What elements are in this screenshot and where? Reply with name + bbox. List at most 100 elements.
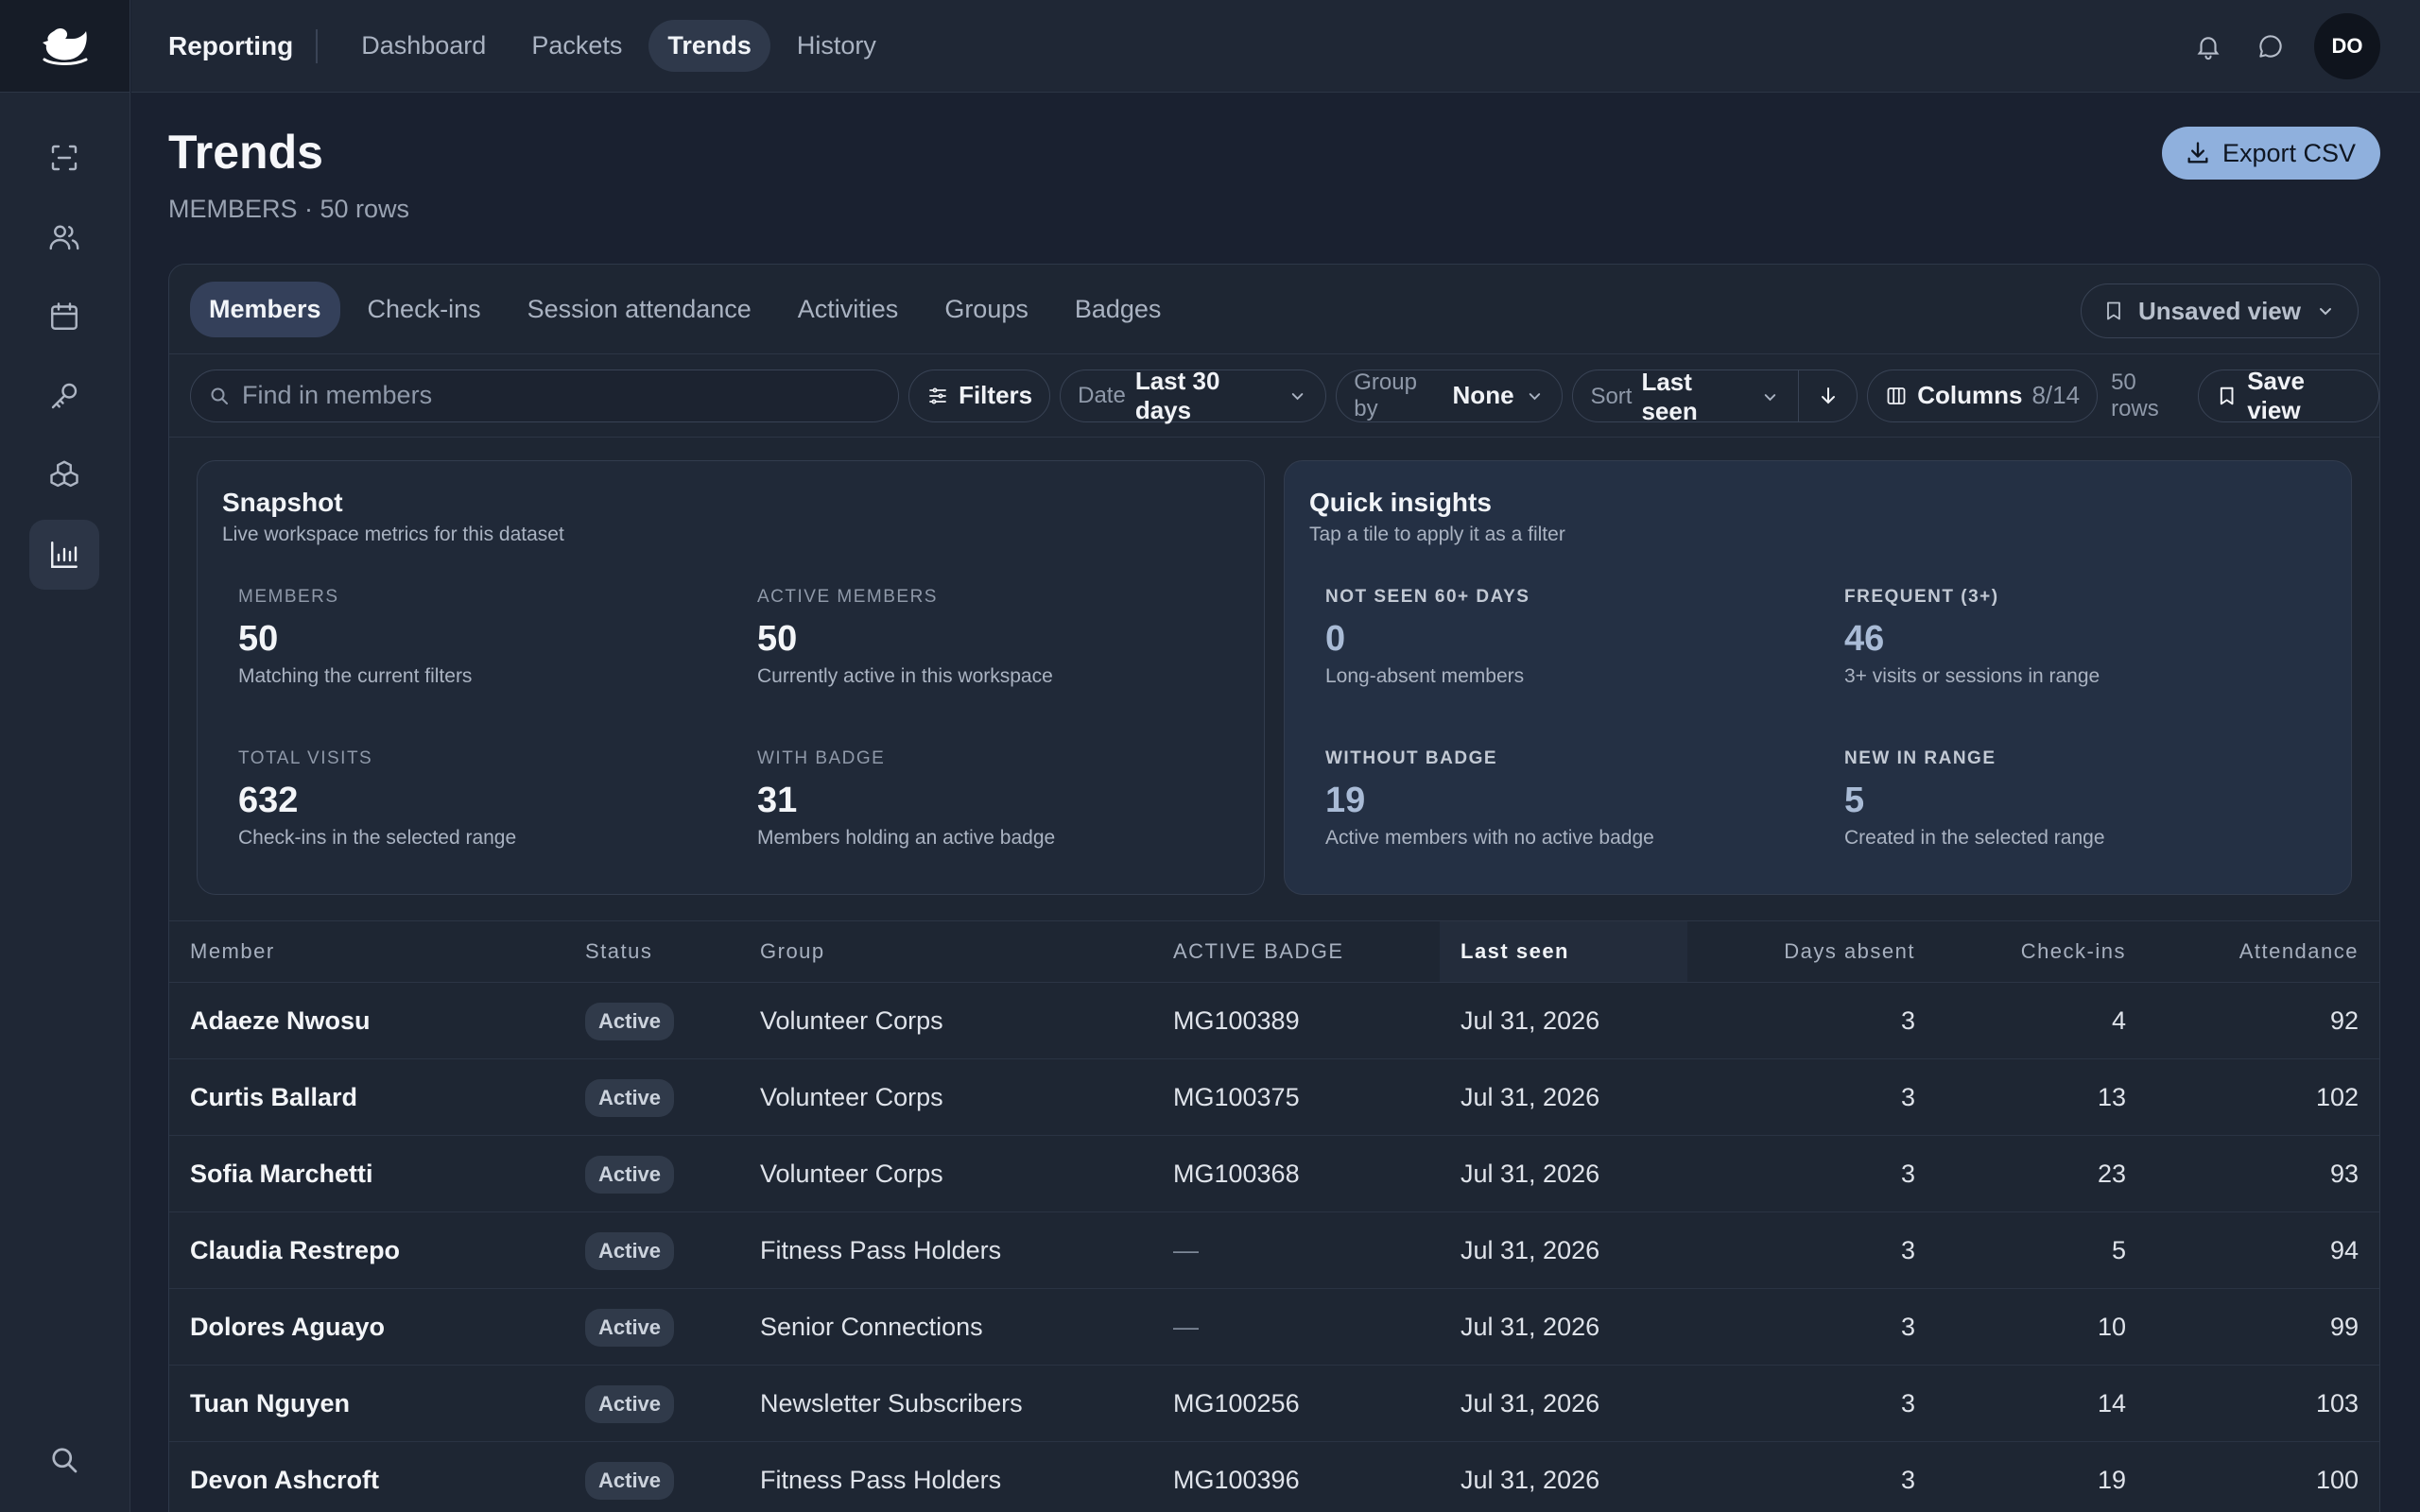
tab-check-ins[interactable]: Check-ins — [349, 282, 500, 337]
sidebar-item-reporting[interactable] — [29, 520, 99, 590]
snapshot-title: Snapshot — [222, 488, 343, 517]
metric-description: Active members with no active badge — [1325, 827, 1654, 849]
sidebar-item-keys[interactable] — [29, 361, 99, 431]
sidebar-item-calendar[interactable] — [29, 282, 99, 352]
table-row[interactable]: Claudia Restrepo Active Fitness Pass Hol… — [169, 1212, 2379, 1289]
member-name[interactable]: Sofia Marchetti — [190, 1136, 373, 1212]
sidebar-item-packages[interactable] — [29, 440, 99, 510]
nav-trends[interactable]: Trends — [648, 20, 770, 72]
tab-badges[interactable]: Badges — [1056, 282, 1181, 337]
nav-dashboard[interactable]: Dashboard — [342, 20, 505, 72]
table-row[interactable]: Tuan Nguyen Active Newsletter Subscriber… — [169, 1366, 2379, 1442]
attendance-cell: 103 — [2315, 1389, 2359, 1418]
status-cell: Active — [585, 1289, 675, 1366]
table-header: Member Status Group ACTIVE BADGE Last se… — [169, 920, 2379, 983]
date-label: Date — [1078, 382, 1126, 408]
boxes-icon — [50, 460, 78, 488]
columns-button[interactable]: Columns 8/14 — [1867, 369, 2099, 422]
metric-label: FREQUENT (3+) — [1844, 587, 1999, 607]
nav-history[interactable]: History — [778, 20, 895, 72]
table-row[interactable]: Dolores Aguayo Active Senior Connections… — [169, 1289, 2379, 1366]
search-input[interactable]: Find in members — [190, 369, 900, 422]
metric-label: TOTAL VISITS — [238, 748, 373, 768]
page-subtitle: MEMBERS · 50 rows — [168, 195, 410, 223]
attendance-cell: 92 — [2329, 1006, 2359, 1035]
days-absent-cell: 3 — [1900, 1006, 1915, 1035]
app-logo[interactable] — [0, 0, 130, 93]
sidebar-search[interactable] — [29, 1425, 99, 1495]
column-header-last-seen[interactable]: Last seen — [1440, 921, 1687, 982]
column-header-days-absent[interactable]: Days absent — [1784, 939, 1915, 964]
table-row[interactable]: Devon Ashcroft Active Fitness Pass Holde… — [169, 1442, 2379, 1512]
tab-activities[interactable]: Activities — [779, 282, 918, 337]
nav-packets[interactable]: Packets — [512, 20, 641, 72]
table-row[interactable]: Sofia Marchetti Active Volunteer Corps M… — [169, 1136, 2379, 1212]
chevron-down-icon — [1764, 393, 1776, 401]
filters-button[interactable]: Filters — [908, 369, 1051, 422]
metric-active-members: ACTIVE MEMBERS 50 Currently active in th… — [757, 587, 1053, 688]
badge-cell: MG100368 — [1173, 1160, 1300, 1188]
tab-members[interactable]: Members — [190, 281, 340, 337]
member-name[interactable]: Curtis Ballard — [190, 1059, 357, 1136]
metric-description: 3+ visits or sessions in range — [1844, 665, 2100, 687]
date-range-select[interactable]: Date Last 30 days — [1060, 366, 1327, 424]
sort-select[interactable]: Sort Last seen — [1573, 368, 1798, 425]
row-count: 50 rows — [2111, 369, 2159, 421]
check-ins-cell: 14 — [2097, 1389, 2126, 1418]
days-absent-cell: 3 — [1900, 1313, 1915, 1341]
metric-label: NOT SEEN 60+ DAYS — [1325, 587, 1530, 607]
sidebar-item-scan[interactable] — [29, 123, 99, 193]
member-name[interactable]: Devon Ashcroft — [190, 1442, 379, 1512]
date-value: Last 30 days — [1134, 366, 1220, 424]
metric-value: 0 — [1325, 619, 1346, 659]
notifications-button[interactable] — [2189, 27, 2227, 65]
member-name[interactable]: Adaeze Nwosu — [190, 983, 371, 1059]
member-name[interactable]: Dolores Aguayo — [190, 1289, 385, 1366]
group-cell: Volunteer Corps — [760, 1160, 943, 1188]
metric-label: MEMBERS — [238, 587, 339, 607]
member-name[interactable]: Claudia Restrepo — [190, 1212, 400, 1289]
metric-label: ACTIVE MEMBERS — [757, 587, 938, 607]
attendance-cell: 102 — [2315, 1083, 2359, 1111]
group-by-select[interactable]: Group by None — [1336, 369, 1564, 422]
days-absent-cell: 3 — [1900, 1389, 1915, 1418]
column-header-check-ins[interactable]: Check-ins — [2021, 939, 2126, 964]
column-header-group[interactable]: Group — [760, 939, 825, 964]
view-selector[interactable]: Unsaved view — [2081, 284, 2359, 338]
insight-tile-frequent[interactable]: FREQUENT (3+) 46 3+ visits or sessions i… — [1844, 587, 2100, 688]
tab-groups[interactable]: Groups — [925, 282, 1047, 337]
messages-button[interactable] — [2252, 27, 2290, 65]
last-seen-cell: Jul 31, 2026 — [1461, 1006, 1600, 1035]
save-view-button[interactable]: Save view — [2197, 367, 2379, 424]
group-cell: Fitness Pass Holders — [760, 1236, 1002, 1264]
column-header-status[interactable]: Status — [585, 939, 652, 964]
metric-description: Currently active in this workspace — [757, 665, 1053, 687]
tab-session-attendance[interactable]: Session attendance — [509, 282, 770, 337]
metric-value: 31 — [757, 781, 798, 820]
user-avatar[interactable]: DO — [2314, 13, 2380, 79]
columns-icon — [1887, 387, 1906, 404]
last-seen-cell: Jul 31, 2026 — [1461, 1313, 1600, 1341]
sidebar-item-members[interactable] — [29, 202, 99, 272]
insight-tile-not-seen[interactable]: NOT SEEN 60+ DAYS 0 Long-absent members — [1325, 587, 1530, 688]
attendance-cell: 94 — [2329, 1236, 2359, 1264]
metric-value: 5 — [1844, 781, 1865, 820]
insight-tile-new-in-range[interactable]: NEW IN RANGE 5 Created in the selected r… — [1844, 748, 2105, 850]
badge-cell: MG100375 — [1173, 1083, 1300, 1111]
sort-direction-button[interactable] — [1798, 369, 1857, 421]
table-row[interactable]: Adaeze Nwosu Active Volunteer Corps MG10… — [169, 983, 2379, 1059]
insight-tile-without-badge[interactable]: WITHOUT BADGE 19 Active members with no … — [1325, 748, 1654, 850]
column-header-member[interactable]: Member — [190, 939, 275, 964]
column-header-attendance[interactable]: Attendance — [2239, 939, 2359, 964]
chevron-down-icon — [1529, 392, 1540, 400]
member-name[interactable]: Tuan Nguyen — [190, 1366, 350, 1442]
duck-logo-icon — [42, 27, 87, 65]
scan-icon — [51, 145, 78, 171]
column-header-active-badge[interactable]: ACTIVE BADGE — [1173, 939, 1344, 964]
columns-count: 8/14 — [2031, 381, 2081, 409]
export-csv-button[interactable]: Export CSV — [2161, 127, 2380, 180]
status-badge: Active — [585, 1002, 675, 1040]
metric-label: WITHOUT BADGE — [1325, 748, 1498, 768]
attendance-cell: 99 — [2329, 1313, 2359, 1341]
table-row[interactable]: Curtis Ballard Active Volunteer Corps MG… — [169, 1059, 2379, 1136]
